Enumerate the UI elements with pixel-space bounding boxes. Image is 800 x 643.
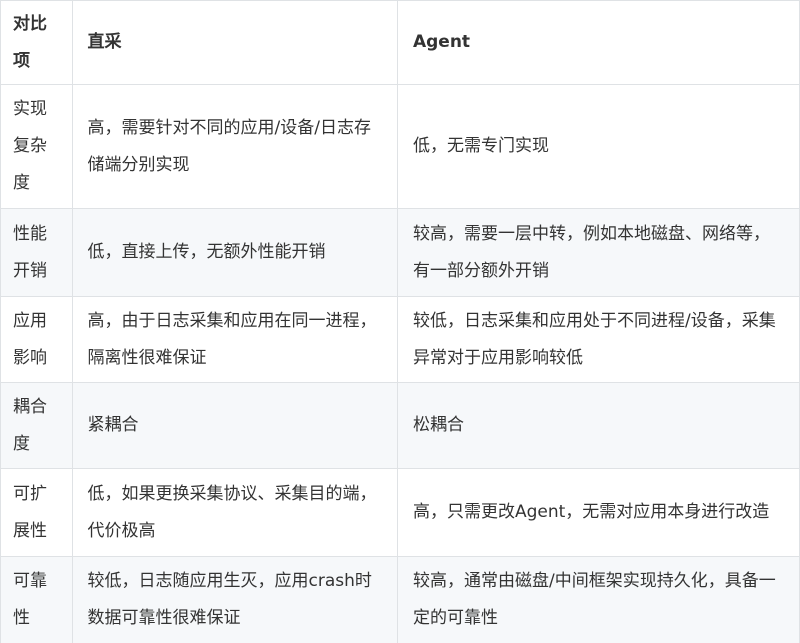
- row-item-label: 应用影响: [0, 296, 73, 383]
- row-agent-cell: 较高，需要一层中转，例如本地磁盘、网络等，有一部分额外开销: [396, 208, 800, 297]
- table-row: 可扩展性 低，如果更换采集协议、采集目的端，代价极高 高，只需更改Agent，无…: [0, 468, 800, 557]
- row-item-label: 性能开销: [0, 208, 73, 297]
- row-direct-cell: 高，需要针对不同的应用/设备/日志存储端分别实现: [71, 84, 398, 209]
- table-row: 可靠性 较低，日志随应用生灭，应用crash时数据可靠性很难保证 较高，通常由磁…: [0, 556, 800, 643]
- table-row: 应用影响 高，由于日志采集和应用在同一进程，隔离性很难保证 较低，日志采集和应用…: [0, 296, 800, 383]
- header-agent: Agent: [396, 0, 800, 85]
- header-direct-collection: 直采: [71, 0, 398, 85]
- comparison-table: 对比项 直采 Agent 实现复杂度 高，需要针对不同的应用/设备/日志存储端分…: [0, 0, 800, 643]
- row-item-label: 可扩展性: [0, 468, 73, 557]
- row-agent-cell: 较高，通常由磁盘/中间框架实现持久化，具备一定的可靠性: [396, 556, 800, 643]
- table-row: 实现复杂度 高，需要针对不同的应用/设备/日志存储端分别实现 低，无需专门实现: [0, 84, 800, 209]
- table-row: 性能开销 低，直接上传，无额外性能开销 较高，需要一层中转，例如本地磁盘、网络等…: [0, 208, 800, 297]
- row-agent-cell: 高，只需更改Agent，无需对应用本身进行改造: [396, 468, 800, 557]
- header-comparison-item: 对比项: [0, 0, 73, 85]
- row-direct-cell: 低，如果更换采集协议、采集目的端，代价极高: [71, 468, 398, 557]
- row-direct-cell: 低，直接上传，无额外性能开销: [71, 208, 398, 297]
- row-agent-cell: 松耦合: [396, 382, 800, 469]
- table-header-row: 对比项 直采 Agent: [0, 0, 800, 85]
- row-agent-cell: 低，无需专门实现: [396, 84, 800, 209]
- row-item-label: 实现复杂度: [0, 84, 73, 209]
- row-direct-cell: 较低，日志随应用生灭，应用crash时数据可靠性很难保证: [71, 556, 398, 643]
- row-direct-cell: 紧耦合: [71, 382, 398, 469]
- table-row: 耦合度 紧耦合 松耦合: [0, 382, 800, 469]
- row-agent-cell: 较低，日志采集和应用处于不同进程/设备，采集异常对于应用影响较低: [396, 296, 800, 383]
- row-direct-cell: 高，由于日志采集和应用在同一进程，隔离性很难保证: [71, 296, 398, 383]
- row-item-label: 可靠性: [0, 556, 73, 643]
- row-item-label: 耦合度: [0, 382, 73, 469]
